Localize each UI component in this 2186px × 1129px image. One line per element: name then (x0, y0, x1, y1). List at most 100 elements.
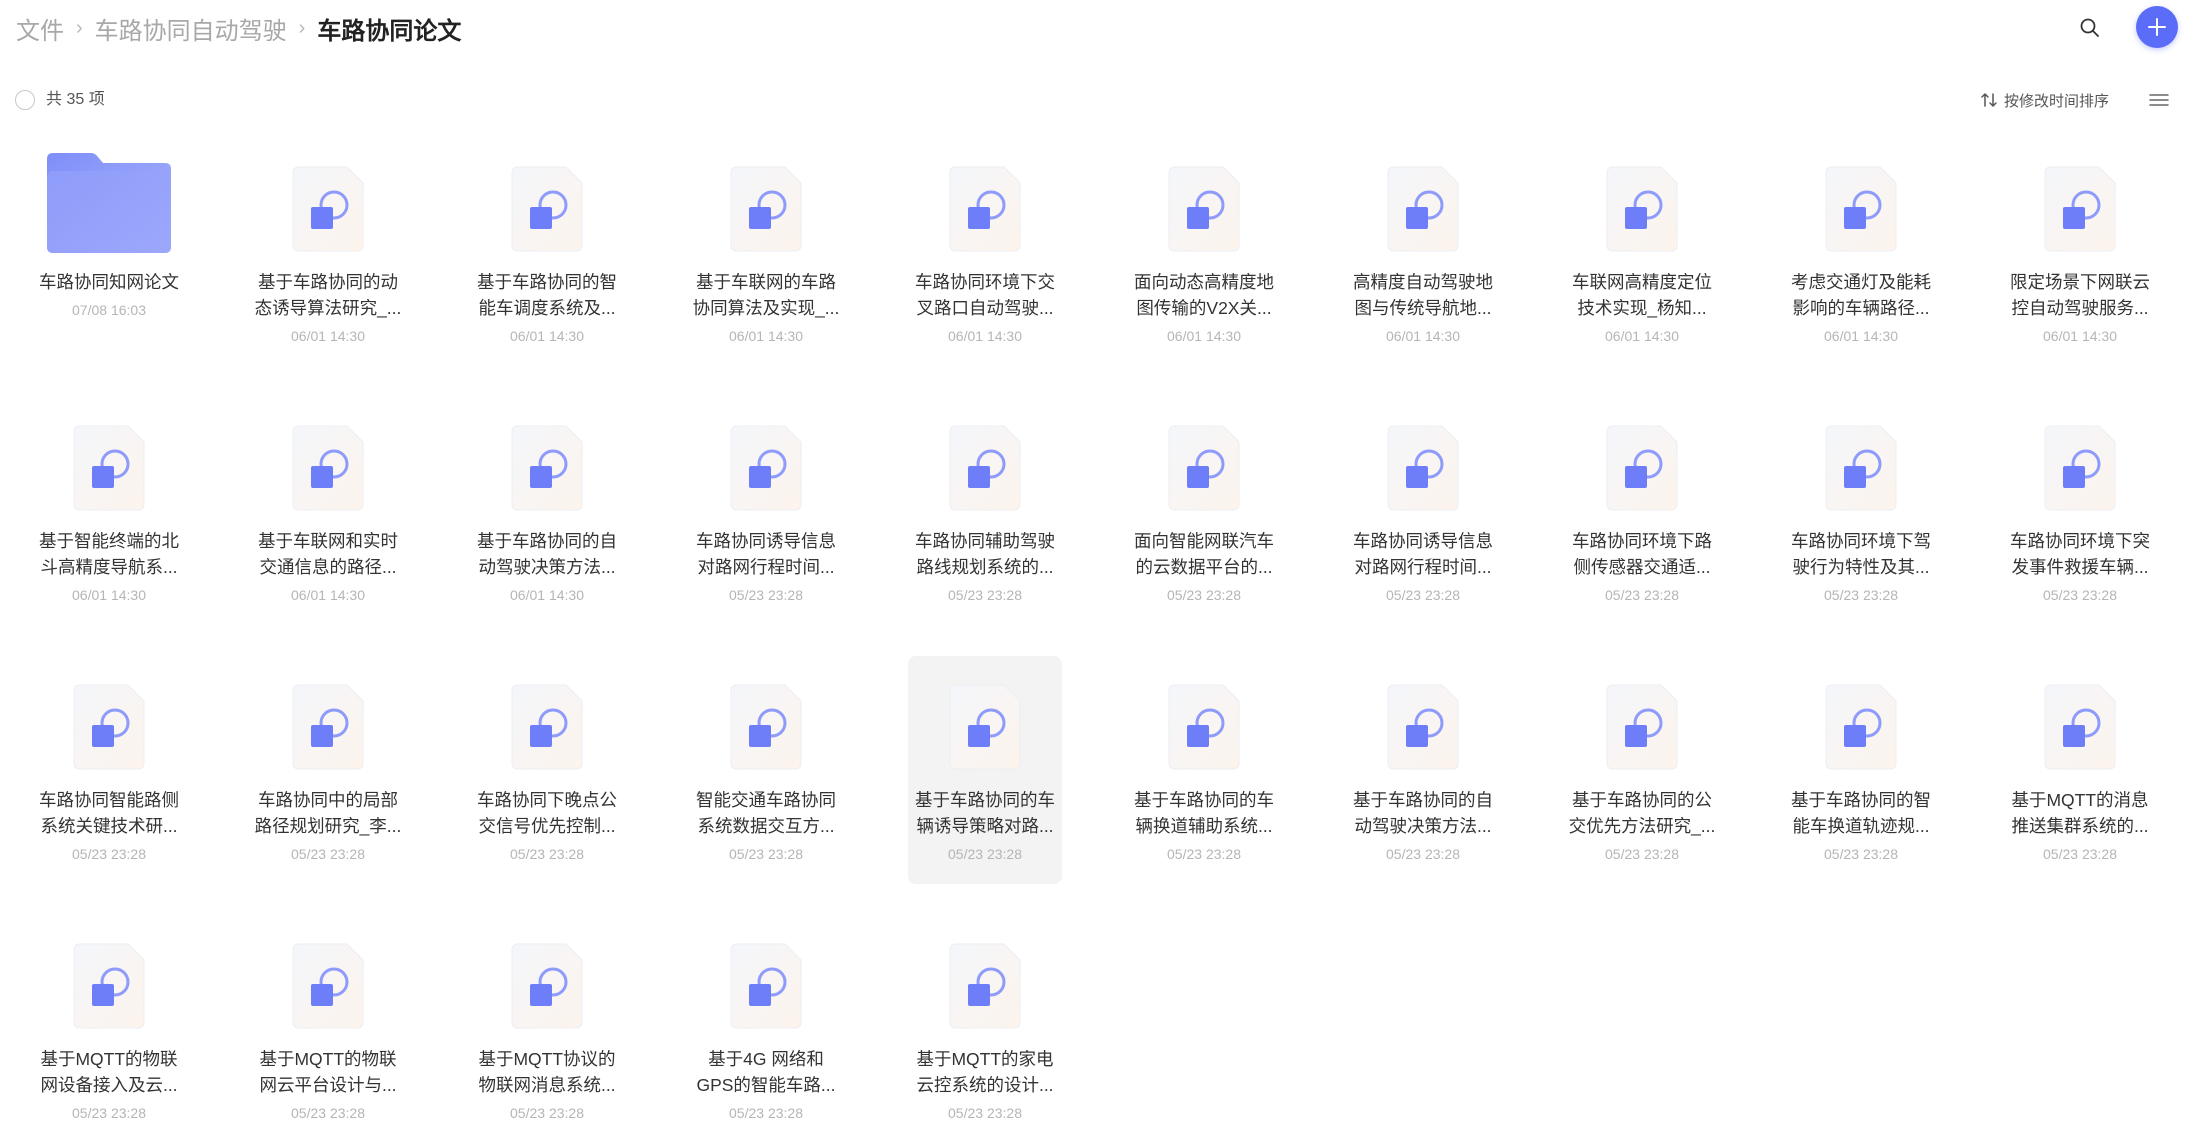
document-icon (1825, 684, 1897, 770)
item-name-line: 辆诱导策略对路... (916, 816, 1054, 836)
file-item[interactable]: 车路协同下晚点公 交信号优先控制... 05/23 23:28 (470, 656, 624, 884)
item-name: 基于车路协同的自 动驾驶决策方法... (1348, 787, 1498, 839)
item-name-line: 车路协同智能路侧 (39, 790, 179, 810)
item-name-line: 交优先方法研究_... (1568, 816, 1716, 836)
file-item[interactable]: 面向智能网联汽车 的云数据平台的... 05/23 23:28 (1127, 397, 1281, 625)
file-item[interactable]: 车路协同环境下突 发事件救援车辆... 05/23 23:28 (2003, 397, 2157, 625)
file-item[interactable]: 车路协同辅助驾驶 路线规划系统的... 05/23 23:28 (908, 397, 1062, 625)
document-icon (511, 943, 583, 1029)
file-item[interactable]: 基于车路协同的自 动驾驶决策方法... 06/01 14:30 (470, 397, 624, 625)
file-item[interactable]: 车联网高精度定位 技术实现_杨知... 06/01 14:30 (1565, 138, 1719, 366)
item-date: 06/01 14:30 (948, 328, 1022, 344)
view-mode-button[interactable] (2146, 88, 2172, 112)
item-name: 基于MQTT协议的 物联网消息系统... (472, 1046, 622, 1098)
file-item[interactable]: 基于MQTT的消息 推送集群系统的... 05/23 23:28 (2003, 656, 2157, 884)
file-item[interactable]: 基于车路协同的车 辆诱导策略对路... 05/23 23:28 (908, 656, 1062, 884)
breadcrumb-current: 车路协同论文 (317, 17, 462, 45)
file-item[interactable]: 车路协同中的局部 路径规划研究_李... 05/23 23:28 (251, 656, 405, 884)
file-item[interactable]: 基于车路协同的智 能车换道轨迹规... 05/23 23:28 (1784, 656, 1938, 884)
file-item[interactable]: 基于智能终端的北 斗高精度导航系... 06/01 14:30 (32, 397, 186, 625)
item-date: 05/23 23:28 (948, 587, 1022, 603)
document-icon (730, 425, 802, 511)
item-name-line: 斗高精度导航系... (40, 557, 178, 577)
item-name: 考虑交通灯及能耗 影响的车辆路径... (1786, 269, 1936, 321)
document-icon (949, 684, 1021, 770)
file-item[interactable]: 基于车联网和实时 交通信息的路径... 06/01 14:30 (251, 397, 405, 625)
item-date: 07/08 16:03 (72, 302, 146, 318)
sort-button[interactable]: 按修改时间排序 (1980, 88, 2109, 112)
item-date: 06/01 14:30 (1167, 328, 1241, 344)
plus-icon (2148, 18, 2166, 36)
item-name-line: 态诱导算法研究_... (254, 298, 402, 318)
file-item[interactable]: 面向动态高精度地 图传输的V2X关... 06/01 14:30 (1127, 138, 1281, 366)
item-name: 基于MQTT的消息 推送集群系统的... (2005, 787, 2155, 839)
item-name-line: 基于MQTT的物联 (259, 1049, 397, 1069)
breadcrumb-root[interactable]: 文件 (16, 11, 64, 46)
item-date: 05/23 23:28 (1386, 587, 1460, 603)
item-date: 05/23 23:28 (1386, 846, 1460, 862)
item-name-line: 车路协同知网论文 (39, 272, 179, 292)
file-item[interactable]: 基于车联网的车路 协同算法及实现_... 06/01 14:30 (689, 138, 843, 366)
search-button[interactable] (2072, 10, 2108, 46)
item-thumbnail (1565, 138, 1719, 268)
file-item[interactable]: 基于MQTT的物联 网设备接入及云... 05/23 23:28 (32, 915, 186, 1129)
item-name: 基于MQTT的物联 网云平台设计与... (253, 1046, 403, 1098)
file-item[interactable]: 基于车路协同的动 态诱导算法研究_... 06/01 14:30 (251, 138, 405, 366)
document-icon (730, 943, 802, 1029)
item-name-line: 基于车路协同的动 (258, 272, 398, 292)
add-button[interactable] (2136, 6, 2178, 48)
file-item[interactable]: 限定场景下网联云 控自动驾驶服务... 06/01 14:30 (2003, 138, 2157, 366)
file-item[interactable]: 高精度自动驾驶地 图与传统导航地... 06/01 14:30 (1346, 138, 1500, 366)
item-count: 共 35 项 (46, 91, 105, 108)
file-item[interactable]: 基于车路协同的自 动驾驶决策方法... 05/23 23:28 (1346, 656, 1500, 884)
document-icon (292, 166, 364, 252)
item-name-line: 动驾驶决策方法... (478, 557, 616, 577)
item-name-line: 基于MQTT的家电 (916, 1049, 1054, 1069)
file-item[interactable]: 车路协同环境下路 侧传感器交通适... 05/23 23:28 (1565, 397, 1719, 625)
item-date: 05/23 23:28 (510, 1105, 584, 1121)
document-icon (511, 166, 583, 252)
item-date: 06/01 14:30 (291, 587, 365, 603)
item-name: 限定场景下网联云 控自动驾驶服务... (2005, 269, 2155, 321)
file-item[interactable]: 基于MQTT的物联 网云平台设计与... 05/23 23:28 (251, 915, 405, 1129)
file-item[interactable]: 车路协同诱导信息 对路网行程时间... 05/23 23:28 (689, 397, 843, 625)
file-item[interactable]: 车路协同环境下交 叉路口自动驾驶... 06/01 14:30 (908, 138, 1062, 366)
file-item[interactable]: 车路协同智能路侧 系统关键技术研... 05/23 23:28 (32, 656, 186, 884)
file-item[interactable]: 智能交通车路协同 系统数据交互方... 05/23 23:28 (689, 656, 843, 884)
item-name-line: 路线规划系统的... (916, 557, 1054, 577)
file-item[interactable]: 基于MQTT协议的 物联网消息系统... 05/23 23:28 (470, 915, 624, 1129)
item-name-line: 网云平台设计与... (259, 1075, 397, 1095)
item-date: 06/01 14:30 (1386, 328, 1460, 344)
file-item[interactable]: 车路协同环境下驾 驶行为特性及其... 05/23 23:28 (1784, 397, 1938, 625)
document-icon (292, 684, 364, 770)
file-item[interactable]: 基于车路协同的公 交优先方法研究_... 05/23 23:28 (1565, 656, 1719, 884)
file-item[interactable]: 基于4G 网络和 GPS的智能车路... 05/23 23:28 (689, 915, 843, 1129)
document-icon (292, 425, 364, 511)
item-name: 基于车路协同的车 辆诱导策略对路... (910, 787, 1060, 839)
file-item[interactable]: 考虑交通灯及能耗 影响的车辆路径... 06/01 14:30 (1784, 138, 1938, 366)
item-name-line: 物联网消息系统... (478, 1075, 616, 1095)
file-item[interactable]: 基于车路协同的智 能车调度系统及... 06/01 14:30 (470, 138, 624, 366)
document-icon (511, 425, 583, 511)
document-icon (1168, 425, 1240, 511)
item-thumbnail (2003, 656, 2157, 786)
item-name-line: 车路协同诱导信息 (696, 531, 836, 551)
item-name-line: 车路协同环境下路 (1572, 531, 1712, 551)
select-all-checkbox[interactable] (15, 90, 35, 110)
item-thumbnail (1784, 397, 1938, 527)
item-date: 05/23 23:28 (2043, 846, 2117, 862)
item-name-line: 交通信息的路径... (259, 557, 397, 577)
item-name-line: 基于车路协同的智 (477, 272, 617, 292)
item-name: 车路协同环境下路 侧传感器交通适... (1567, 528, 1717, 580)
item-date: 05/23 23:28 (729, 587, 803, 603)
folder-item[interactable]: 车路协同知网论文 07/08 16:03 (32, 138, 186, 366)
item-name-line: 技术实现_杨知... (1577, 298, 1707, 318)
item-name-line: 车路协同诱导信息 (1353, 531, 1493, 551)
breadcrumb-parent[interactable]: 车路协同自动驾驶 (95, 11, 287, 46)
file-item[interactable]: 基于车路协同的车 辆换道辅助系统... 05/23 23:28 (1127, 656, 1281, 884)
item-date: 05/23 23:28 (1167, 846, 1241, 862)
file-item[interactable]: 车路协同诱导信息 对路网行程时间... 05/23 23:28 (1346, 397, 1500, 625)
item-name-line: 基于车路协同的车 (915, 790, 1055, 810)
file-item[interactable]: 基于MQTT的家电 云控系统的设计... 05/23 23:28 (908, 915, 1062, 1129)
document-icon (2044, 166, 2116, 252)
